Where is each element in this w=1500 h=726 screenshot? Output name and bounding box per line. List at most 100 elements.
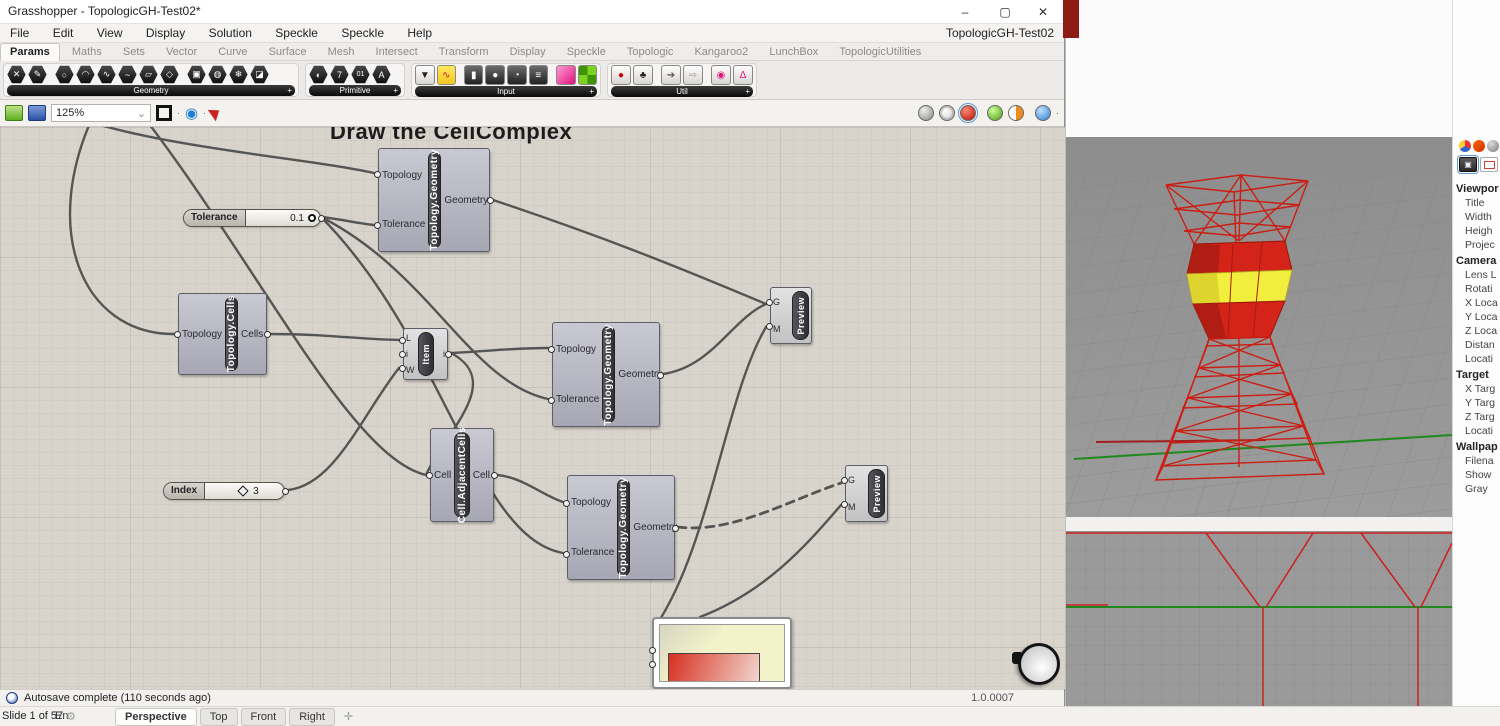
globe-panel-icon[interactable] — [1487, 140, 1499, 152]
group-label-primitive[interactable]: Primitive+ — [309, 85, 401, 96]
output-port[interactable] — [657, 372, 664, 379]
node-list-item[interactable]: L i W Item i — [403, 328, 448, 380]
prop-filename[interactable]: Filena — [1453, 454, 1500, 468]
rhino-perspective-viewport[interactable] — [1066, 137, 1452, 517]
graph-mapper-icon[interactable]: ∿ — [437, 65, 457, 85]
prop-yloc[interactable]: Y Loca — [1453, 310, 1500, 324]
input-port[interactable] — [426, 472, 433, 479]
cherry-picker-icon[interactable]: ● — [611, 65, 631, 85]
tab-perspective[interactable]: Perspective — [115, 708, 197, 726]
prop-lens[interactable]: Lens L — [1453, 268, 1500, 282]
tab-display[interactable]: Display — [501, 44, 555, 61]
pencil-icon[interactable]: ✎ — [28, 65, 47, 84]
item-list-icon[interactable]: ≡ — [529, 65, 549, 85]
gradient-icon[interactable] — [556, 65, 576, 85]
node-cell-adjacentcells[interactable]: Cell Cell.AdjacentCells Cell — [430, 428, 494, 522]
freeform-curve-icon[interactable]: ∿ — [97, 65, 116, 84]
prop-xtarget[interactable]: X Targ — [1453, 382, 1500, 396]
mesh-icon[interactable]: ❄ — [229, 65, 248, 84]
prop-xloc[interactable]: X Loca — [1453, 296, 1500, 310]
input-port[interactable] — [399, 337, 406, 344]
circle-icon[interactable]: ○ — [55, 65, 74, 84]
node-topology-geometry-1[interactable]: Topology Tolerance Topology.Geometry Geo… — [378, 148, 490, 252]
shaded-preview-icon[interactable] — [960, 105, 976, 121]
tolerance-slider[interactable]: Tolerance 0.1 — [183, 209, 321, 227]
tab-speckle[interactable]: Speckle — [558, 44, 615, 61]
viewport-rect-icon[interactable] — [1480, 157, 1498, 172]
tab-params[interactable]: Params — [0, 43, 60, 61]
group-label-input[interactable]: Input+ — [415, 86, 597, 97]
display-panel-icon[interactable] — [1459, 140, 1471, 152]
menu-display[interactable]: Display — [136, 24, 195, 42]
rectangle-icon[interactable]: ◇ — [160, 65, 179, 84]
tab-front[interactable]: Front — [241, 708, 287, 726]
menu-help[interactable]: Help — [397, 24, 442, 42]
node-title-capsule[interactable]: Item — [418, 332, 434, 376]
grasshopper-canvas[interactable]: Draw the CellComplex — [0, 127, 1065, 689]
input-port[interactable] — [563, 500, 570, 507]
node-title-capsule[interactable]: Topology.Cells — [225, 297, 238, 371]
display-sphere-icon[interactable] — [1035, 105, 1051, 121]
tab-vector[interactable]: Vector — [157, 44, 206, 61]
index-slider[interactable]: Index 3 — [163, 482, 285, 500]
tab-topologic[interactable]: Topologic — [618, 44, 682, 61]
prop-gray[interactable]: Gray — [1453, 482, 1500, 496]
brep-icon[interactable]: ◪ — [250, 65, 269, 84]
gear-icon[interactable]: ⚙ — [66, 710, 76, 723]
input-port[interactable] — [374, 171, 381, 178]
tab-transform[interactable]: Transform — [430, 44, 498, 61]
text-icon[interactable]: A — [372, 65, 391, 84]
input-port[interactable] — [766, 299, 773, 306]
wireframe-preview-icon[interactable] — [939, 105, 955, 121]
input-port[interactable] — [841, 501, 848, 508]
image-sampler-icon[interactable] — [578, 65, 598, 85]
node-title-capsule[interactable]: Preview — [792, 291, 809, 340]
input-port[interactable] — [548, 346, 555, 353]
input-port[interactable] — [649, 647, 656, 654]
add-viewport-icon[interactable]: ✛ — [338, 708, 359, 726]
gauge-icon[interactable]: ◔ — [507, 65, 527, 85]
param-x-icon[interactable]: ✕ — [7, 65, 26, 84]
tab-surface[interactable]: Surface — [260, 44, 316, 61]
tab-right[interactable]: Right — [289, 708, 335, 726]
prop-rotation[interactable]: Rotati — [1453, 282, 1500, 296]
node-title-capsule[interactable]: Topology.Geometry — [428, 152, 441, 248]
input-port[interactable] — [374, 222, 381, 229]
node-topology-geometry-2[interactable]: Topology Tolerance Topology.Geometry Geo… — [552, 322, 660, 427]
prop-height[interactable]: Heigh — [1453, 224, 1500, 238]
slider-knob[interactable] — [308, 214, 316, 222]
knob-icon[interactable]: ● — [485, 65, 505, 85]
input-port[interactable] — [548, 397, 555, 404]
input-port[interactable] — [563, 551, 570, 558]
flask-icon[interactable]: Δ — [733, 65, 753, 85]
node-title-capsule[interactable]: Topology.Geometry — [617, 479, 630, 576]
integer-icon[interactable]: 7 — [330, 65, 349, 84]
menu-solution[interactable]: Solution — [199, 24, 262, 42]
close-button[interactable]: ✕ — [1024, 0, 1062, 24]
node-title-capsule[interactable]: Cell.AdjacentCells — [454, 432, 470, 518]
menu-speckle-1[interactable]: Speckle — [265, 24, 328, 42]
node-preview-2[interactable]: G M Preview — [845, 465, 888, 522]
prop-title[interactable]: Title — [1453, 196, 1500, 210]
zoom-extents-icon[interactable] — [156, 105, 172, 121]
plane-icon[interactable]: ▱ — [139, 65, 158, 84]
prop-target-location[interactable]: Locati — [1453, 424, 1500, 438]
custom-preview-icon[interactable] — [1008, 105, 1024, 121]
open-file-icon[interactable] — [5, 105, 23, 121]
save-file-icon[interactable] — [28, 105, 46, 121]
prop-width[interactable]: Width — [1453, 210, 1500, 224]
boolean-icon[interactable]: ◐ — [309, 65, 328, 84]
tab-kangaroo2[interactable]: Kangaroo2 — [685, 44, 757, 61]
canvas-navigation-ball[interactable] — [1018, 643, 1060, 685]
tab-mesh[interactable]: Mesh — [319, 44, 364, 61]
tab-intersect[interactable]: Intersect — [367, 44, 427, 61]
prop-ztarget[interactable]: Z Targ — [1453, 410, 1500, 424]
prop-zloc[interactable]: Z Loca — [1453, 324, 1500, 338]
line-icon[interactable]: ~ — [118, 65, 137, 84]
input-port[interactable] — [174, 331, 181, 338]
relay-arrow-icon[interactable]: ➔ — [661, 65, 681, 85]
group-label-util[interactable]: Util+ — [611, 86, 753, 97]
number-icon[interactable]: 01 — [351, 65, 370, 84]
output-port[interactable] — [491, 472, 498, 479]
jump-arrow-icon[interactable]: ⇨ — [683, 65, 703, 85]
